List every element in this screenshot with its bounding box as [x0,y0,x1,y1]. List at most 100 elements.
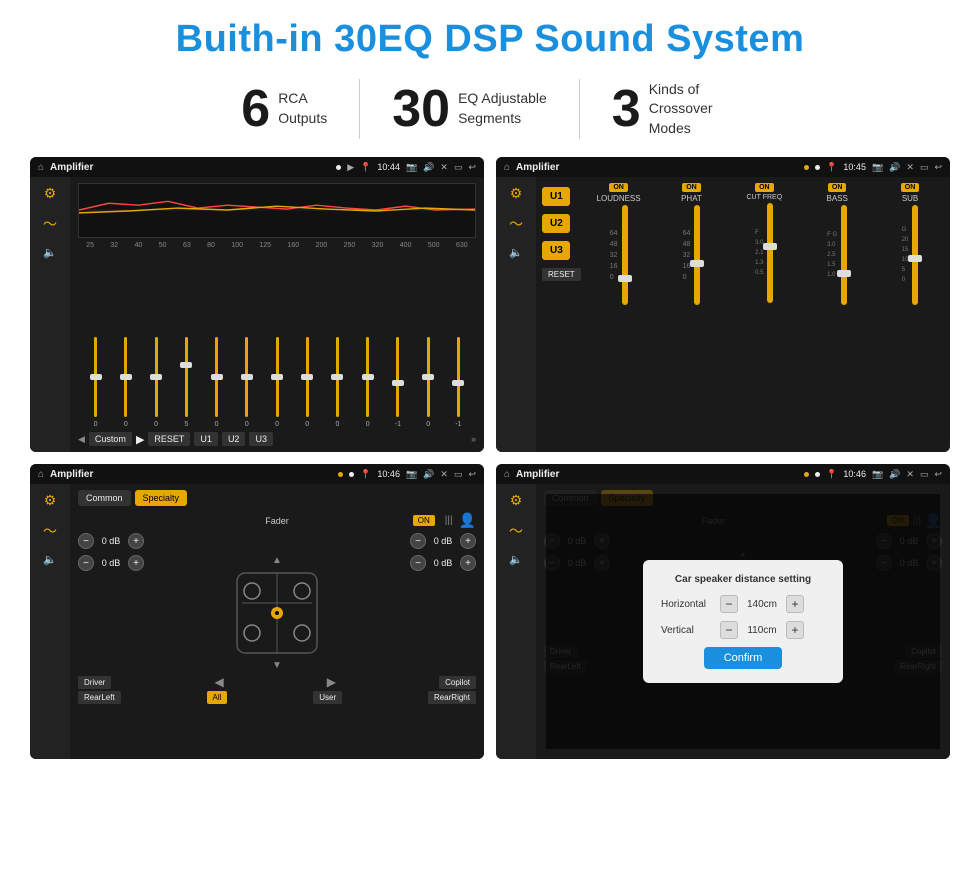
crossover-sidebar-icon3[interactable]: 🔈 [509,246,523,259]
fader-on-badge[interactable]: ON [413,515,435,526]
u1-button[interactable]: U1 [542,187,570,206]
eq-u3-btn[interactable]: U3 [249,432,273,446]
home-icon-2[interactable]: ⌂ [504,162,510,173]
left-top-plus[interactable]: + [128,533,144,549]
phat-thumb[interactable] [690,260,704,267]
eq-thumb-2[interactable] [120,374,132,380]
rear-right-btn[interactable]: RearRight [428,691,476,704]
dot-white-3 [349,472,354,477]
right-top-plus[interactable]: + [460,533,476,549]
crossover-sidebar-icon1[interactable]: ⚙ [510,185,523,202]
cutfreq-on-badge[interactable]: ON [755,183,774,192]
right-bottom-plus[interactable]: + [460,555,476,571]
fader-bottom-row-2: RearLeft All User RearRight [78,691,476,704]
right-bottom-minus[interactable]: − [410,555,426,571]
horizontal-label: Horizontal [661,599,716,610]
eq-sidebar-eq-icon[interactable]: ⚙ [44,185,57,202]
eq-thumb-4[interactable] [180,362,192,368]
eq-custom-btn[interactable]: Custom [89,432,132,446]
cutfreq-thumb[interactable] [763,243,777,250]
back-icon-2[interactable]: ↩ [934,162,942,173]
fader-tab-common[interactable]: Common [78,490,131,506]
u3-button[interactable]: U3 [542,241,570,260]
eq-u1-btn[interactable]: U1 [194,432,218,446]
eq-prev-arrow[interactable]: ◀ [78,434,85,445]
distance-sidebar-icon3[interactable]: 🔈 [509,553,523,566]
left-bottom-minus[interactable]: − [78,555,94,571]
right-arrow-btn[interactable]: ▶ [327,675,336,689]
loudness-thumb[interactable] [618,275,632,282]
sub-label: SUB [902,194,918,203]
eq-thumb-7[interactable] [271,374,283,380]
user-btn[interactable]: User [313,691,342,704]
back-icon-3[interactable]: ↩ [468,469,476,480]
home-icon-4[interactable]: ⌂ [504,469,510,480]
left-top-db: − 0 dB + [78,533,144,549]
eq-thumb-5[interactable] [211,374,223,380]
phat-on-badge[interactable]: ON [682,183,701,192]
cutfreq-label: CUT FREQ [746,194,782,201]
volume-icon-2: 🔊 [889,162,900,173]
rear-left-btn[interactable]: RearLeft [78,691,121,704]
eq-thumb-3[interactable] [150,374,162,380]
horizontal-minus-btn[interactable]: − [720,595,738,613]
driver-btn[interactable]: Driver [78,676,111,689]
u2-button[interactable]: U2 [542,214,570,233]
vertical-minus-btn[interactable]: − [720,621,738,639]
eq-slider-12: 0 [415,337,442,428]
back-icon-1[interactable]: ↩ [468,162,476,173]
fader-sidebar-icon1[interactable]: ⚙ [44,492,57,509]
distance-sidebar-icon1[interactable]: ⚙ [510,492,523,509]
eq-thumb-11[interactable] [392,380,404,386]
left-bottom-plus[interactable]: + [128,555,144,571]
eq-thumb-9[interactable] [331,374,343,380]
sub-on-badge[interactable]: ON [901,183,920,192]
bass-thumb[interactable] [837,270,851,277]
home-icon-3[interactable]: ⌂ [38,469,44,480]
left-top-minus[interactable]: − [78,533,94,549]
bass-on-badge[interactable]: ON [828,183,847,192]
eq-thumb-1[interactable] [90,374,102,380]
svg-text:▲: ▲ [272,555,282,566]
cutfreq-track[interactable] [767,203,773,303]
crossover-reset-btn[interactable]: RESET [542,268,581,281]
eq-sidebar-speaker-icon[interactable]: 🔈 [43,246,57,259]
right-bottom-value: 0 dB [429,558,457,568]
eq-sidebar-wave-icon[interactable]: 〜 [43,214,57,234]
eq-double-arrow[interactable]: » [471,434,476,444]
sub-thumb[interactable] [908,255,922,262]
crossover-sidebar-icon2[interactable]: 〜 [509,214,523,234]
fader-label: Fader [265,516,289,526]
cutfreq-scale: F3.02.11.30.5 [755,230,763,276]
back-icon-4[interactable]: ↩ [934,469,942,480]
horizontal-plus-btn[interactable]: + [786,595,804,613]
phat-track[interactable] [694,205,700,305]
right-top-minus[interactable]: − [410,533,426,549]
eq-thumb-12[interactable] [422,374,434,380]
fader-tab-specialty[interactable]: Specialty [135,490,188,506]
eq-u2-btn[interactable]: U2 [222,432,246,446]
confirm-button[interactable]: Confirm [704,647,783,669]
sub-track[interactable] [912,205,918,305]
left-arrow-btn[interactable]: ◀ [214,675,223,689]
fader-time: 10:46 [377,469,400,479]
copilot-btn[interactable]: Copilot [439,676,476,689]
loudness-track[interactable] [622,205,628,305]
eq-play-btn[interactable]: ▶ [136,433,144,446]
eq-reset-btn[interactable]: RESET [148,432,190,446]
distance-sidebar-icon2[interactable]: 〜 [509,521,523,541]
eq-thumb-13[interactable] [452,380,464,386]
stat-label-crossover: Kinds ofCrossover Modes [649,80,739,139]
loudness-slider-group: 644832160 [610,205,628,305]
home-icon[interactable]: ⌂ [38,162,44,173]
loudness-on-badge[interactable]: ON [609,183,628,192]
fader-sidebar-icon2[interactable]: 〜 [43,521,57,541]
fader-sidebar-icon3[interactable]: 🔈 [43,553,57,566]
eq-thumb-8[interactable] [301,374,313,380]
bass-track[interactable] [841,205,847,305]
bass-label: BASS [827,194,848,203]
eq-thumb-6[interactable] [241,374,253,380]
vertical-plus-btn[interactable]: + [786,621,804,639]
eq-thumb-10[interactable] [362,374,374,380]
all-btn[interactable]: All [207,691,228,704]
